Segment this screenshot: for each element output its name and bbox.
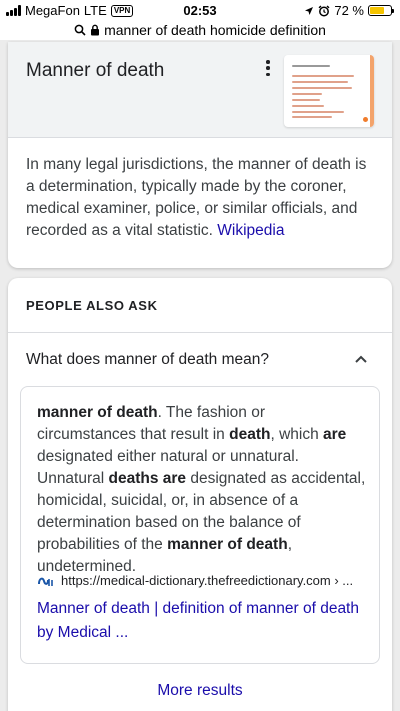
alarm-icon: [318, 4, 330, 16]
answer-panel: manner of death. The fashion or circumst…: [20, 386, 380, 664]
answer-text-run: , which: [270, 426, 324, 443]
url-text: manner of death homicide definition: [104, 22, 326, 38]
more-results-link[interactable]: More results: [8, 682, 392, 700]
answer-bold-term: are: [323, 426, 347, 443]
knowledge-card-header: Manner of death: [8, 42, 392, 138]
url-bar[interactable]: manner of death homicide definition: [0, 20, 400, 40]
knowledge-card-image[interactable]: [284, 55, 374, 127]
result-title-link[interactable]: Manner of death | definition of manner o…: [37, 597, 367, 645]
people-also-ask-card: PEOPLE ALSO ASK What does manner of deat…: [8, 278, 392, 711]
source-url: https://medical-dictionary.thefreedictio…: [61, 573, 354, 588]
answer-snippet: manner of death. The fashion or circumst…: [37, 402, 367, 578]
knowledge-card-description: In many legal jurisdictions, the manner …: [26, 154, 378, 242]
answer-source[interactable]: https://medical-dictionary.thefreedictio…: [37, 573, 367, 588]
people-also-ask-heading: PEOPLE ALSO ASK: [26, 298, 158, 313]
question-toggle[interactable]: What does manner of death mean?: [26, 351, 269, 369]
more-options-icon[interactable]: [264, 60, 272, 76]
status-bar: MegaFon LTE VPN 02:53 72 %: [0, 0, 400, 20]
lock-icon: [91, 24, 100, 36]
knowledge-card: Manner of death In many legal jurisdicti…: [8, 42, 392, 268]
divider: [8, 332, 392, 333]
answer-bold-term: deaths are: [108, 470, 187, 487]
chevron-up-icon[interactable]: [354, 352, 368, 366]
answer-bold-term: manner of death: [167, 536, 288, 553]
answer-bold-term: manner of death: [37, 404, 158, 421]
search-icon: [74, 24, 86, 36]
dictionary-favicon-icon: [38, 577, 53, 586]
wikipedia-link[interactable]: Wikipedia: [217, 222, 284, 239]
battery-percent: 72 %: [334, 3, 364, 18]
status-right: 72 %: [304, 3, 394, 18]
battery-icon: [368, 5, 394, 16]
location-arrow-icon: [305, 6, 314, 15]
knowledge-card-title: Manner of death: [26, 60, 165, 81]
answer-bold-term: death: [229, 426, 271, 443]
description-text: In many legal jurisdictions, the manner …: [26, 156, 367, 239]
